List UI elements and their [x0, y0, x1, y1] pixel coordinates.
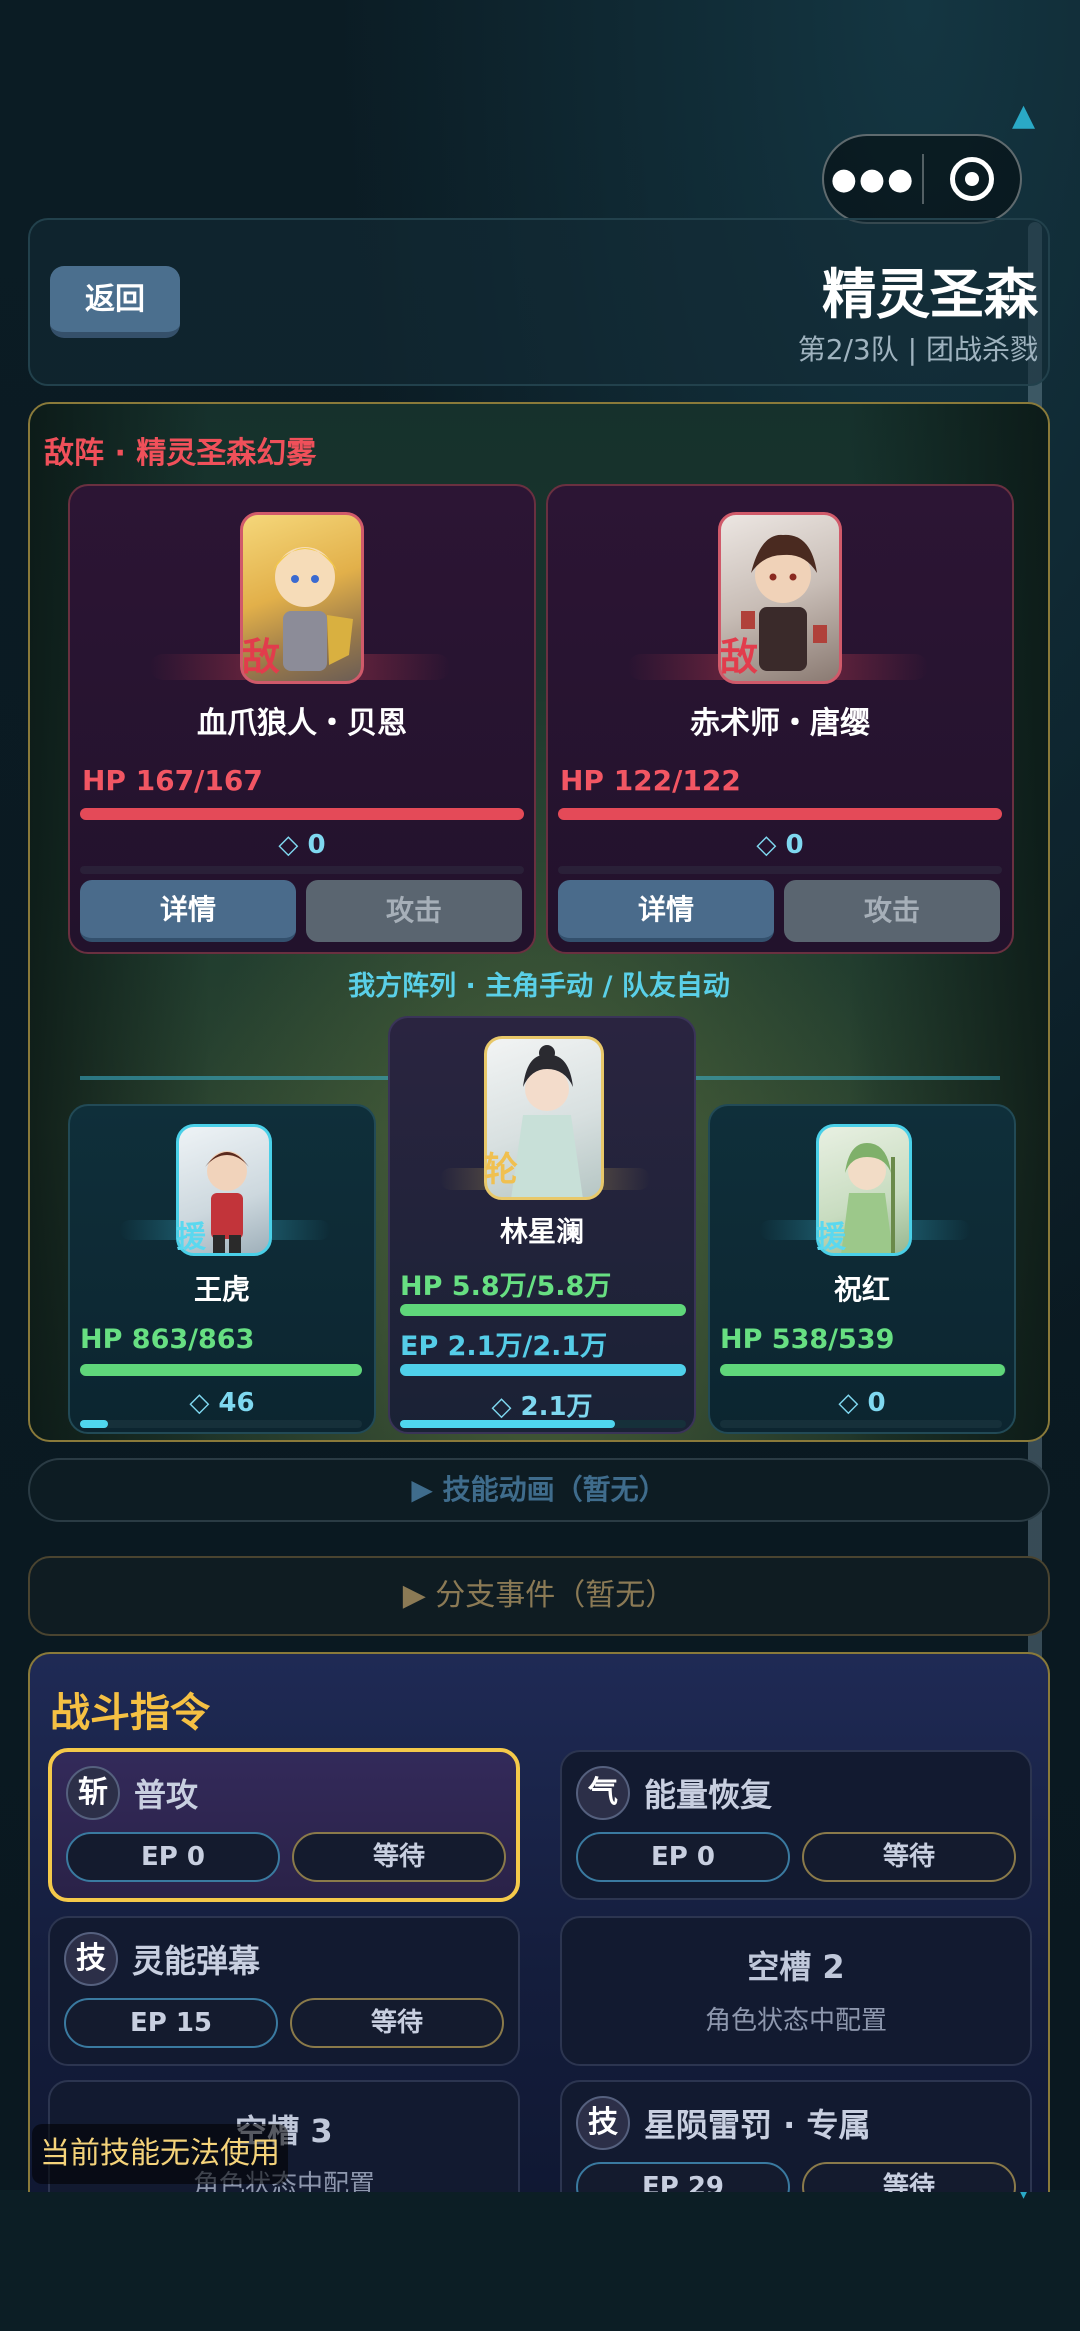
skill-state: 等待 [802, 1832, 1016, 1882]
battle-command-panel: 战斗指令 斩 普攻 EP 0 等待 气 能量恢复 EP 0 等待 技 灵能弹幕 … [28, 1652, 1050, 2192]
hp-bar-fill [80, 1364, 362, 1376]
shield-bar-track [720, 1420, 1002, 1428]
target-circle-icon[interactable] [924, 157, 1020, 201]
skill-ep-cost: EP 0 [66, 1832, 280, 1882]
skill-state: 等待 [292, 1832, 506, 1882]
enemy-card[interactable]: 敌 赤术师・唐缨 HP 122/122 ◇ 0 详情 攻击 [546, 484, 1014, 954]
skill-name: 星陨雷罚 · 专属 [644, 2106, 871, 2144]
ep-bar-fill [400, 1364, 686, 1376]
skill-unavailable-toast: 当前技能无法使用 [32, 2124, 288, 2184]
enemy-attack-button[interactable]: 攻击 [306, 880, 522, 942]
ally-shield-text: ◇ 46 [189, 1388, 255, 1418]
skill-state: 等待 [290, 1998, 504, 2048]
ally-hp-text: HP 863/863 [80, 1324, 255, 1355]
branch-event-bar[interactable]: ▶ 分支事件（暂无） [28, 1556, 1050, 1636]
empty-skill-slot-2[interactable]: 空槽 2 角色状态中配置 [560, 1916, 1032, 2066]
ally-card-left[interactable]: 援 王虎 HP 863/863 ◇ 46 [68, 1104, 376, 1434]
battle-arena: 敌阵 · 精灵圣森幻雾 敌 血爪狼人・贝恩 HP 167/167 ◇ 0 详情 … [28, 402, 1050, 1442]
ally-name: 祝红 [833, 1273, 890, 1306]
hp-bar-fill [400, 1304, 686, 1316]
ally-hp-text: HP 538/539 [720, 1324, 895, 1355]
ally-name: 林星澜 [499, 1215, 584, 1248]
empty-slot-hint: 角色状态中配置 [704, 2006, 887, 2036]
enemy-section-label: 敌阵 · 精灵圣森幻雾 [44, 436, 317, 471]
enemy-hp-text: HP 167/167 [82, 764, 263, 797]
energy-skill-icon: 气 [576, 1766, 630, 1820]
command-panel-title: 战斗指令 [50, 1690, 210, 1736]
more-dots-icon[interactable]: ●●● [824, 162, 922, 197]
skill-slot-normal-attack[interactable]: 斩 普攻 EP 0 等待 [48, 1748, 520, 1902]
enemy-name: 血爪狼人・贝恩 [197, 706, 407, 741]
skill-name: 普攻 [134, 1776, 199, 1814]
hp-bar-fill [80, 808, 524, 820]
hp-bar-fill [720, 1364, 1005, 1376]
ally-name: 王虎 [193, 1273, 250, 1306]
enemy-detail-button[interactable]: 详情 [80, 880, 296, 942]
tech-skill-icon: 技 [576, 2096, 630, 2150]
stage-header: 返回 精灵圣森 第2/3队 | 团战杀戮 [28, 218, 1050, 386]
hp-bar-fill [558, 808, 1002, 820]
enemy-tag: 敌 [242, 635, 281, 679]
skill-name: 灵能弹幕 [132, 1942, 261, 1980]
skill-ep-cost: EP 15 [64, 1998, 278, 2048]
enemy-shield-text: ◇ 0 [756, 830, 804, 860]
skill-animation-bar[interactable]: ▶ 技能动画（暂无） [28, 1458, 1050, 1522]
skill-slot-energy-recover[interactable]: 气 能量恢复 EP 0 等待 [560, 1750, 1032, 1900]
tech-skill-icon: 技 [64, 1932, 118, 1986]
enemy-attack-button[interactable]: 攻击 [784, 880, 1000, 942]
back-button[interactable]: 返回 [50, 266, 180, 338]
scroll-up-arrow-icon[interactable]: ▲ [1012, 98, 1035, 133]
ally-shield-text: ◇ 0 [838, 1388, 886, 1418]
ally-card-right[interactable]: 援 祝红 HP 538/539 ◇ 0 [708, 1104, 1016, 1434]
ally-card-main[interactable]: 轮 林星澜 HP 5.8万/5.8万 EP 2.1万/2.1万 ◇ 2.1万 [388, 1016, 696, 1434]
stage-subtitle: 第2/3队 | 团战杀戮 [797, 333, 1038, 366]
skill-name: 能量恢复 [644, 1776, 773, 1814]
enemy-hp-text: HP 122/122 [560, 764, 741, 797]
shield-bar-fill [80, 1420, 108, 1428]
shield-bar-track [558, 866, 1002, 874]
shield-bar-track [80, 866, 524, 874]
stage-title: 精灵圣森 [822, 263, 1038, 326]
skill-slot-psychic-barrage[interactable]: 技 灵能弹幕 EP 15 等待 [48, 1916, 520, 2066]
ally-ep-text: EP 2.1万/2.1万 [400, 1331, 608, 1362]
ally-tag: 援 [176, 1220, 206, 1255]
skill-state: 等待 [802, 2162, 1016, 2192]
ally-tag: 轮 [484, 1150, 518, 1190]
ally-tag: 援 [816, 1220, 846, 1255]
mini-program-capsule: ●●● [822, 134, 1022, 224]
bottom-area [0, 2190, 1080, 2331]
ally-shield-text: ◇ 2.1万 [491, 1392, 593, 1422]
enemy-shield-text: ◇ 0 [278, 830, 326, 860]
shield-bar-fill [400, 1420, 615, 1428]
enemy-detail-button[interactable]: 详情 [558, 880, 774, 942]
slash-skill-icon: 斩 [66, 1766, 120, 1820]
skill-slot-star-thunder[interactable]: 技 星陨雷罚 · 专属 EP 29 等待 [560, 2080, 1032, 2192]
shield-bar-track [80, 1420, 362, 1428]
enemy-tag: 敌 [720, 635, 759, 679]
ally-hp-text: HP 5.8万/5.8万 [400, 1271, 612, 1302]
ally-section-label: 我方阵列 · 主角手动 / 队友自动 [348, 971, 730, 1002]
skill-ep-cost: EP 29 [576, 2162, 790, 2192]
empty-slot-title: 空槽 2 [747, 1948, 845, 1986]
enemy-card[interactable]: 敌 血爪狼人・贝恩 HP 167/167 ◇ 0 详情 攻击 [68, 484, 536, 954]
enemy-name: 赤术师・唐缨 [690, 706, 870, 741]
skill-ep-cost: EP 0 [576, 1832, 790, 1882]
